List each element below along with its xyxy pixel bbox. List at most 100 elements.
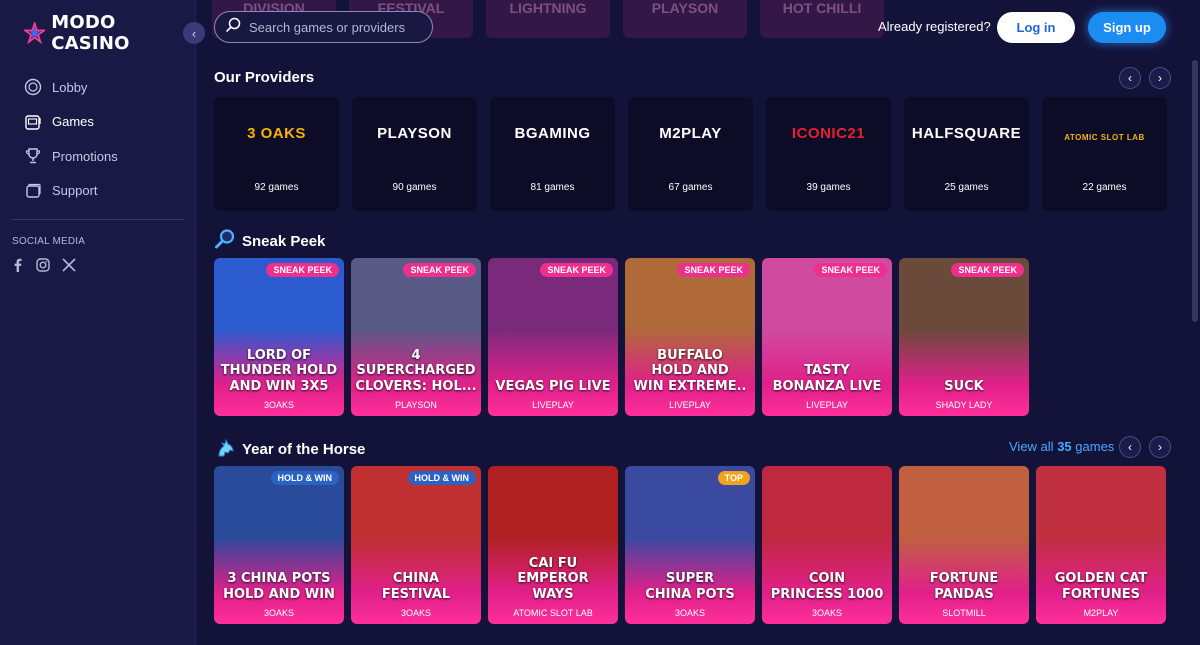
carousel-next-button[interactable]: › [1149, 436, 1171, 458]
game-badge: SNEAK PEEK [677, 263, 750, 277]
search-input[interactable] [249, 19, 429, 35]
game-card[interactable]: SNEAK PEEK LORD OF THUNDER HOLD AND WIN 3… [214, 258, 344, 416]
sidebar-divider [12, 219, 184, 220]
game-title: GOLDEN CAT FORTUNES [1054, 571, 1148, 602]
provider-card[interactable]: M2PLAY 67 games [628, 97, 753, 211]
support-icon [24, 182, 42, 200]
view-all-link[interactable]: View all 35 games [1009, 439, 1114, 454]
sidebar-item-games[interactable]: Games [24, 105, 118, 140]
brand-name: MODO CASINO [51, 12, 130, 54]
provider-logo: BGAMING [514, 125, 591, 142]
provider-card[interactable]: ICONIC21 39 games [766, 97, 891, 211]
page-scrollbar[interactable] [1192, 60, 1198, 322]
game-provider: 3OAKS [674, 608, 705, 618]
social-links [10, 257, 76, 273]
provider-card[interactable]: 3 OAKS 92 games [214, 97, 339, 211]
provider-game-count: 81 games [530, 182, 575, 193]
game-title: TASTY BONANZA LIVE [772, 363, 882, 394]
carousel-prev-button[interactable]: ‹ [1119, 436, 1141, 458]
carousel-prev-button[interactable]: ‹ [1119, 67, 1141, 89]
provider-logo: ATOMIC SLOT LAB [1064, 133, 1145, 142]
game-card[interactable]: TOP SUPER CHINA POTS 3OAKS [625, 466, 755, 624]
game-provider: 3OAKS [263, 400, 294, 410]
game-badge: SNEAK PEEK [403, 263, 476, 277]
sneak-peek-section-title: Sneak Peek [214, 228, 325, 254]
search-box[interactable] [214, 11, 433, 43]
game-badge: HOLD & WIN [270, 471, 339, 485]
game-card[interactable]: SNEAK PEEK VEGAS PIG LIVE LIVEPLAY [488, 258, 618, 416]
game-card[interactable]: GOLDEN CAT FORTUNES M2PLAY [1036, 466, 1166, 624]
game-provider: LIVEPLAY [806, 400, 848, 410]
game-badge: TOP [717, 471, 750, 485]
game-card[interactable]: COIN PRINCESS 1000 3OAKS [762, 466, 892, 624]
star-logo-icon [24, 22, 46, 44]
provider-game-count: 39 games [806, 182, 851, 193]
trophy-icon [24, 147, 42, 165]
brand-logo[interactable]: MODO CASINO [24, 12, 195, 54]
sneak-peek-games-row: SNEAK PEEK LORD OF THUNDER HOLD AND WIN 3… [214, 258, 1029, 416]
horse-carousel-controls: ‹ › [1119, 436, 1171, 458]
game-provider: SLOTMILL [942, 608, 986, 618]
game-provider: ATOMIC SLOT LAB [513, 608, 593, 618]
year-of-horse-games-row: HOLD & WIN 3 CHINA POTS HOLD AND WIN 3OAKS… [214, 466, 1166, 624]
game-title: 4 SUPERCHARGED CLOVERS: HOL... [355, 347, 477, 394]
carousel-next-button[interactable]: › [1149, 67, 1171, 89]
game-title: SUCK [944, 378, 984, 394]
magnifier-icon [214, 228, 236, 254]
chevron-left-icon: ‹ [1128, 440, 1132, 454]
provider-card[interactable]: BGAMING 81 games [490, 97, 615, 211]
chevron-left-icon: ‹ [1128, 71, 1132, 85]
sidebar-item-label: Lobby [52, 79, 88, 95]
game-badge: SNEAK PEEK [814, 263, 887, 277]
ghost-tile: PLAYSON [623, 0, 747, 38]
game-card[interactable]: HOLD & WIN CHINA FESTIVAL 3OAKS [351, 466, 481, 624]
year-of-horse-section-title: Year of the Horse [214, 436, 365, 462]
game-badge: SNEAK PEEK [540, 263, 613, 277]
provider-game-count: 67 games [668, 182, 713, 193]
chevron-right-icon: › [1158, 440, 1162, 454]
providers-section-title: Our Providers [214, 69, 314, 86]
sidebar-item-label: Promotions [52, 148, 118, 164]
game-title: SUPER CHINA POTS [645, 571, 735, 602]
game-provider: M2PLAY [1083, 608, 1119, 618]
x-twitter-icon[interactable] [62, 257, 76, 273]
provider-card[interactable]: ATOMIC SLOT LAB 22 games [1042, 97, 1167, 211]
provider-card[interactable]: HALFSQUARE 25 games [904, 97, 1029, 211]
top-bar: DIVISION FESTIVAL LIGHTNING PLAYSON HOT … [196, 0, 1200, 56]
game-provider: LIVEPLAY [669, 400, 711, 410]
chip-icon [24, 78, 42, 96]
sidebar-item-promotions[interactable]: Promotions [24, 139, 118, 174]
sidebar-item-support[interactable]: Support [24, 174, 118, 209]
game-badge: HOLD & WIN [407, 471, 476, 485]
section-title-text: Year of the Horse [242, 440, 366, 458]
game-title: VEGAS PIG LIVE [495, 378, 611, 394]
game-card[interactable]: SNEAK PEEK 4 SUPERCHARGED CLOVERS: HOL...… [351, 258, 481, 416]
game-card[interactable]: SNEAK PEEK TASTY BONANZA LIVE LIVEPLAY [762, 258, 892, 416]
sidebar: MODO CASINO Lobby Games Promotions Suppo… [0, 0, 196, 645]
game-card[interactable]: HOLD & WIN 3 CHINA POTS HOLD AND WIN 3OAKS [214, 466, 344, 624]
view-all-suffix: games [1075, 439, 1115, 454]
sidebar-item-lobby[interactable]: Lobby [24, 70, 118, 105]
provider-logo: ICONIC21 [791, 125, 866, 142]
search-icon [225, 17, 241, 38]
facebook-icon[interactable] [10, 257, 24, 273]
ghost-tile: LIGHTNING [486, 0, 610, 38]
game-card[interactable]: SNEAK PEEK BUFFALO HOLD AND WIN EXTREME..… [625, 258, 755, 416]
game-title: 3 CHINA POTS HOLD AND WIN [223, 571, 335, 602]
social-media-title: SOCIAL MEDIA [12, 236, 86, 247]
providers-list: 3 OAKS 92 games PLAYSON 90 games BGAMING 81 g… [214, 97, 1167, 211]
game-badge: SNEAK PEEK [266, 263, 339, 277]
provider-card[interactable]: PLAYSON 90 games [352, 97, 477, 211]
collapse-sidebar-button[interactable]: ‹ [183, 22, 205, 44]
provider-game-count: 90 games [392, 182, 437, 193]
game-provider: PLAYSON [395, 400, 437, 410]
game-card[interactable]: FORTUNE PANDAS SLOTMILL [899, 466, 1029, 624]
game-card[interactable]: SNEAK PEEK SUCK SHADY LADY [899, 258, 1029, 416]
game-card[interactable]: CAI FU EMPEROR WAYS ATOMIC SLOT LAB [488, 466, 618, 624]
horse-icon [214, 436, 236, 462]
instagram-icon[interactable] [36, 257, 50, 273]
provider-logo: M2PLAY [659, 125, 722, 142]
signup-button[interactable]: Sign up [1088, 12, 1166, 43]
game-provider: SHADY LADY [935, 400, 993, 410]
login-button[interactable]: Log in [997, 12, 1075, 43]
